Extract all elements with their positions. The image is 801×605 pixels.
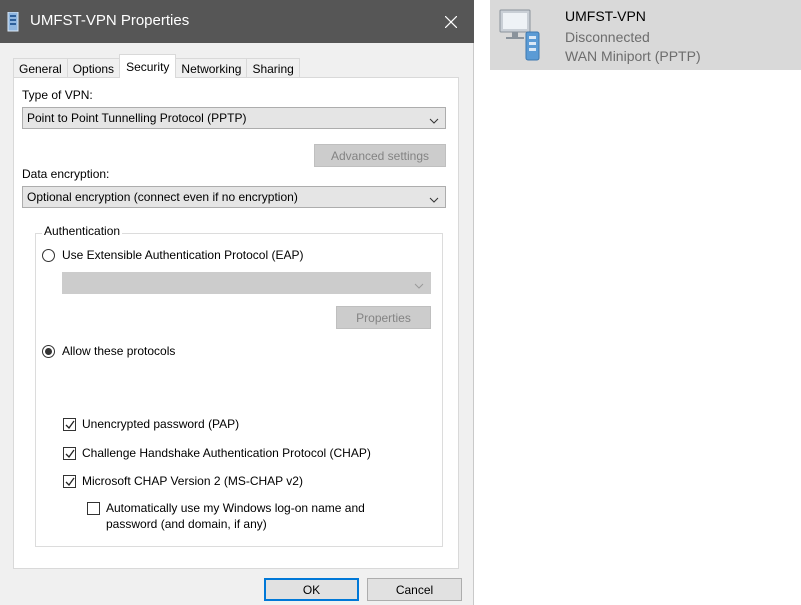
connection-name: UMFST-VPN	[565, 8, 646, 24]
chap-label[interactable]: Challenge Handshake Authentication Proto…	[82, 446, 371, 460]
auto-logon-checkbox[interactable]	[87, 502, 100, 515]
auto-logon-label-line2[interactable]: password (and domain, if any)	[106, 517, 267, 531]
type-of-vpn-value: Point to Point Tunnelling Protocol (PPTP…	[27, 111, 247, 125]
tab-general[interactable]: General	[13, 58, 68, 78]
title-bar[interactable]: UMFST-VPN Properties	[0, 0, 474, 43]
security-tab-panel: Type of VPN: Point to Point Tunnelling P…	[13, 77, 459, 569]
allow-protocols-label[interactable]: Allow these protocols	[62, 344, 175, 358]
authentication-legend: Authentication	[42, 224, 123, 238]
vpn-properties-dialog: UMFST-VPN Properties General Options Sec…	[0, 0, 474, 605]
allow-protocols-radio[interactable]	[42, 345, 55, 358]
eap-radio[interactable]	[42, 249, 55, 262]
tab-networking[interactable]: Networking	[175, 58, 248, 78]
checkmark-icon	[65, 420, 75, 430]
pap-label[interactable]: Unencrypted password (PAP)	[82, 417, 239, 431]
connection-device: WAN Miniport (PPTP)	[565, 48, 701, 64]
data-encryption-dropdown[interactable]: Optional encryption (connect even if no …	[22, 186, 446, 208]
network-connection-icon	[7, 11, 19, 32]
chevron-down-icon	[414, 279, 424, 289]
auto-logon-label-line1[interactable]: Automatically use my Windows log-on name…	[106, 501, 365, 515]
checkmark-icon	[65, 449, 75, 459]
vpn-connection-icon	[498, 4, 542, 66]
connection-status: Disconnected	[565, 29, 650, 45]
cancel-button[interactable]: Cancel	[367, 578, 462, 601]
tab-options[interactable]: Options	[66, 58, 121, 78]
eap-radio-label[interactable]: Use Extensible Authentication Protocol (…	[62, 248, 303, 262]
tab-sharing[interactable]: Sharing	[246, 58, 300, 78]
tab-strip: General Options Security Networking Shar…	[13, 54, 300, 78]
close-icon[interactable]	[428, 0, 474, 43]
radio-selected-dot	[45, 348, 52, 355]
data-encryption-value: Optional encryption (connect even if no …	[27, 190, 298, 204]
advanced-settings-button[interactable]: Advanced settings	[314, 144, 446, 167]
chevron-down-icon	[429, 114, 439, 124]
eap-properties-button[interactable]: Properties	[336, 306, 431, 329]
type-of-vpn-dropdown[interactable]: Point to Point Tunnelling Protocol (PPTP…	[22, 107, 446, 129]
ok-button[interactable]: OK	[264, 578, 359, 601]
vpn-connection-tile[interactable]: UMFST-VPN Disconnected WAN Miniport (PPT…	[490, 0, 801, 70]
mschapv2-checkbox[interactable]	[63, 475, 76, 488]
data-encryption-label: Data encryption:	[22, 167, 110, 181]
chevron-down-icon	[429, 193, 439, 203]
checkmark-icon	[65, 477, 75, 487]
tab-security[interactable]: Security	[119, 54, 177, 78]
eap-method-dropdown[interactable]	[62, 272, 431, 294]
pap-checkbox[interactable]	[63, 418, 76, 431]
type-of-vpn-label: Type of VPN:	[22, 88, 93, 102]
chap-checkbox[interactable]	[63, 447, 76, 460]
dialog-title: UMFST-VPN Properties	[30, 12, 190, 29]
mschapv2-label[interactable]: Microsoft CHAP Version 2 (MS-CHAP v2)	[82, 474, 303, 488]
